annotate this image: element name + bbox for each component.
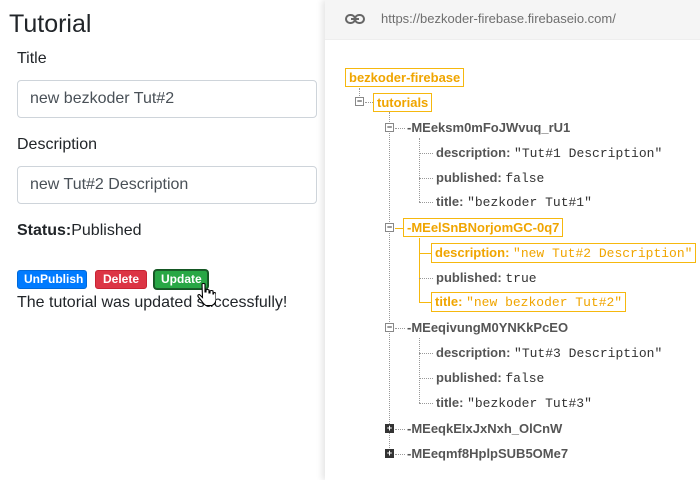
tree-root-node[interactable]: bezkoder-firebase [345, 68, 465, 87]
tree-node-item-5[interactable]: -MEeqmf8HplpSUB5OMe7 [407, 446, 568, 461]
field-title-updated[interactable]: title: "new bezkoder Tut#2" [431, 292, 627, 312]
field-description[interactable]: description: "Tut#3 Description" [436, 345, 662, 361]
field-description[interactable]: description: "Tut#1 Description" [436, 145, 662, 161]
collapse-toggle-icon[interactable]: − [355, 97, 364, 106]
tree-node-item-1[interactable]: -MEeksm0mFoJWvuq_rU1 [407, 120, 570, 135]
status-line: Status:Published [17, 222, 142, 240]
title-input[interactable] [17, 80, 317, 118]
tree-node-item-3[interactable]: -MEeqivungM0YNKkPcEO [407, 320, 568, 335]
tree-node-tutorials[interactable]: tutorials [373, 93, 433, 112]
status-value: Published [71, 222, 142, 239]
collapse-toggle-icon[interactable]: − [385, 223, 394, 232]
expand-toggle-icon[interactable]: + [385, 424, 394, 433]
firebase-console-panel: https://bezkoder-firebase.firebaseio.com… [325, 0, 700, 480]
success-message: The tutorial was updated successfully! [17, 294, 288, 311]
title-label: Title [17, 50, 47, 67]
field-published[interactable]: published: false [436, 370, 544, 386]
field-published[interactable]: published: false [436, 170, 544, 186]
description-input[interactable] [17, 166, 317, 204]
page-title: Tutorial [9, 10, 92, 38]
expand-toggle-icon[interactable]: + [385, 449, 394, 458]
hand-cursor-icon [197, 282, 216, 306]
field-title[interactable]: title: "bezkoder Tut#1" [436, 194, 592, 210]
unpublish-button[interactable]: UnPublish [17, 270, 87, 289]
data-tree: bezkoder-firebase − tutorials − -MEeksm0… [325, 0, 700, 480]
collapse-toggle-icon[interactable]: − [385, 323, 394, 332]
tree-node-item-4[interactable]: -MEeqkEIxJxNxh_OlCnW [407, 421, 562, 436]
status-label: Status: [17, 222, 72, 239]
collapse-toggle-icon[interactable]: − [385, 123, 394, 132]
tree-node-item-2[interactable]: -MEelSnBNorjomGC-0q7 [403, 218, 564, 237]
delete-button[interactable]: Delete [95, 270, 147, 289]
field-description-updated[interactable]: description: "new Tut#2 Description" [431, 243, 697, 263]
field-title[interactable]: title: "bezkoder Tut#3" [436, 395, 592, 411]
description-label: Description [17, 136, 98, 153]
tutorial-form-panel: Tutorial Title Description Status:Publis… [0, 0, 325, 480]
field-published[interactable]: published: true [436, 270, 537, 286]
